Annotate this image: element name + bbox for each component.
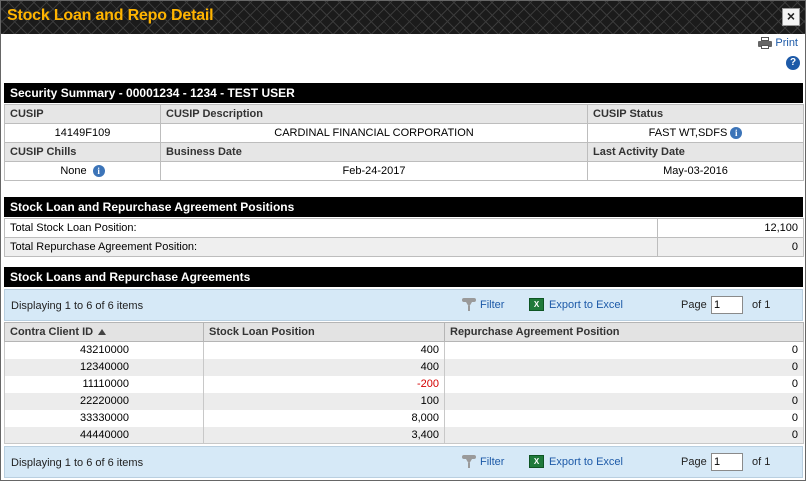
last-activity-date-label: Last Activity Date (587, 142, 804, 162)
security-summary-table: CUSIP CUSIP Description CUSIP Status 141… (4, 104, 804, 181)
security-summary-header: Security Summary - 00001234 - 1234 - TES… (4, 83, 803, 103)
bottom-filter-label: Filter (480, 455, 505, 468)
stock-loan-position: 8,000 (203, 409, 445, 427)
total-repo-label: Total Repurchase Agreement Position: (4, 237, 658, 257)
business-date-value: Feb-24-2017 (160, 161, 588, 181)
positions-header: Stock Loan and Repurchase Agreement Posi… (4, 197, 803, 217)
repo-position: 0 (444, 341, 804, 359)
column-contra-client-id-label: Contra Client ID (10, 326, 94, 338)
stock-loan-position: 100 (203, 392, 445, 410)
table-row[interactable]: 33330000 8,000 0 (4, 409, 804, 427)
top-pager-display: Displaying 1 to 6 of 6 items (11, 300, 144, 312)
dialog-titlebar[interactable]: Stock Loan and Repo Detail × (1, 1, 805, 34)
repo-position: 0 (444, 409, 804, 427)
cusip-status-label: CUSIP Status (587, 104, 804, 124)
contra-client-id: 12340000 (4, 358, 204, 376)
cusip-chills-cell: None i (4, 161, 161, 181)
contra-client-id: 43210000 (4, 341, 204, 359)
contra-client-id: 44440000 (4, 426, 204, 444)
cusip-description-value: CARDINAL FINANCIAL CORPORATION (160, 123, 588, 143)
repo-position: 0 (444, 375, 804, 393)
cusip-chills-label: CUSIP Chills (4, 142, 161, 162)
total-stock-loan-label: Total Stock Loan Position: (4, 218, 658, 238)
cusip-chills-info-icon[interactable]: i (92, 165, 105, 178)
top-page-input[interactable] (711, 296, 743, 314)
sort-ascending-icon (98, 329, 107, 336)
top-page-label: Page (681, 299, 707, 311)
positions-table: Total Stock Loan Position: 12,100 Total … (4, 218, 804, 257)
print-button[interactable]: Print (758, 37, 798, 49)
bottom-export-label: Export to Excel (549, 455, 623, 468)
total-stock-loan-value: 12,100 (657, 218, 804, 238)
excel-icon: X (529, 298, 544, 311)
cusip-label: CUSIP (4, 104, 161, 124)
bottom-filter-button[interactable]: Filter (462, 455, 504, 468)
bottom-page-label: Page (681, 456, 707, 468)
total-repo-value: 0 (657, 237, 804, 257)
bottom-page-count: of 1 (752, 456, 771, 468)
excel-icon: X (529, 455, 544, 468)
top-page-count: of 1 (752, 299, 771, 311)
repo-position: 0 (444, 358, 804, 376)
stock-loan-repo-dialog: Stock Loan and Repo Detail × Print ? Sec… (0, 0, 806, 481)
help-icon[interactable]: ? (786, 56, 800, 70)
stock-loan-position: 400 (203, 358, 445, 376)
table-row[interactable]: 43210000 400 0 (4, 341, 804, 359)
table-row[interactable]: 11110000 -200 0 (4, 375, 804, 393)
cusip-description-label: CUSIP Description (160, 104, 588, 124)
contra-client-id: 33330000 (4, 409, 204, 427)
contra-client-id: 11110000 (4, 375, 204, 393)
column-stock-loan-position[interactable]: Stock Loan Position (203, 322, 445, 342)
column-repo-position[interactable]: Repurchase Agreement Position (444, 322, 804, 342)
stock-loan-position: 400 (203, 341, 445, 359)
bottom-page-input[interactable] (711, 453, 743, 471)
last-activity-date-value: May-03-2016 (587, 161, 804, 181)
printer-icon (758, 37, 773, 49)
top-pager-bar: Displaying 1 to 6 of 6 items Filter X Ex… (4, 289, 803, 321)
top-filter-label: Filter (480, 298, 505, 311)
cusip-chills-value: None (60, 164, 87, 177)
bottom-export-button[interactable]: X Export to Excel (529, 455, 623, 468)
table-row[interactable]: 22220000 100 0 (4, 392, 804, 410)
close-button[interactable]: × (782, 8, 800, 26)
loans-header: Stock Loans and Repurchase Agreements (4, 267, 803, 287)
repo-position: 0 (444, 426, 804, 444)
top-export-label: Export to Excel (549, 298, 623, 311)
close-icon: × (786, 8, 796, 24)
filter-icon (462, 455, 476, 468)
table-row[interactable]: 44440000 3,400 0 (4, 426, 804, 444)
cusip-value: 14149F109 (4, 123, 161, 143)
loans-table: Contra Client ID Stock Loan Position Rep… (4, 322, 804, 444)
top-filter-button[interactable]: Filter (462, 298, 504, 311)
cusip-status-info-icon[interactable]: i (730, 127, 743, 140)
filter-icon (462, 298, 476, 311)
business-date-label: Business Date (160, 142, 588, 162)
contra-client-id: 22220000 (4, 392, 204, 410)
print-label: Print (775, 37, 798, 49)
bottom-pager-display: Displaying 1 to 6 of 6 items (11, 457, 144, 469)
column-contra-client-id[interactable]: Contra Client ID (4, 322, 204, 342)
table-row[interactable]: 12340000 400 0 (4, 358, 804, 376)
dialog-title: Stock Loan and Repo Detail (7, 7, 214, 24)
top-export-button[interactable]: X Export to Excel (529, 298, 623, 311)
repo-position: 0 (444, 392, 804, 410)
stock-loan-position: -200 (203, 375, 445, 393)
bottom-pager-bar: Displaying 1 to 6 of 6 items Filter X Ex… (4, 446, 803, 478)
stock-loan-position: 3,400 (203, 426, 445, 444)
cusip-status-cell: FAST WT,SDFS i (587, 123, 804, 143)
cusip-status-value: FAST WT,SDFS (648, 126, 728, 139)
